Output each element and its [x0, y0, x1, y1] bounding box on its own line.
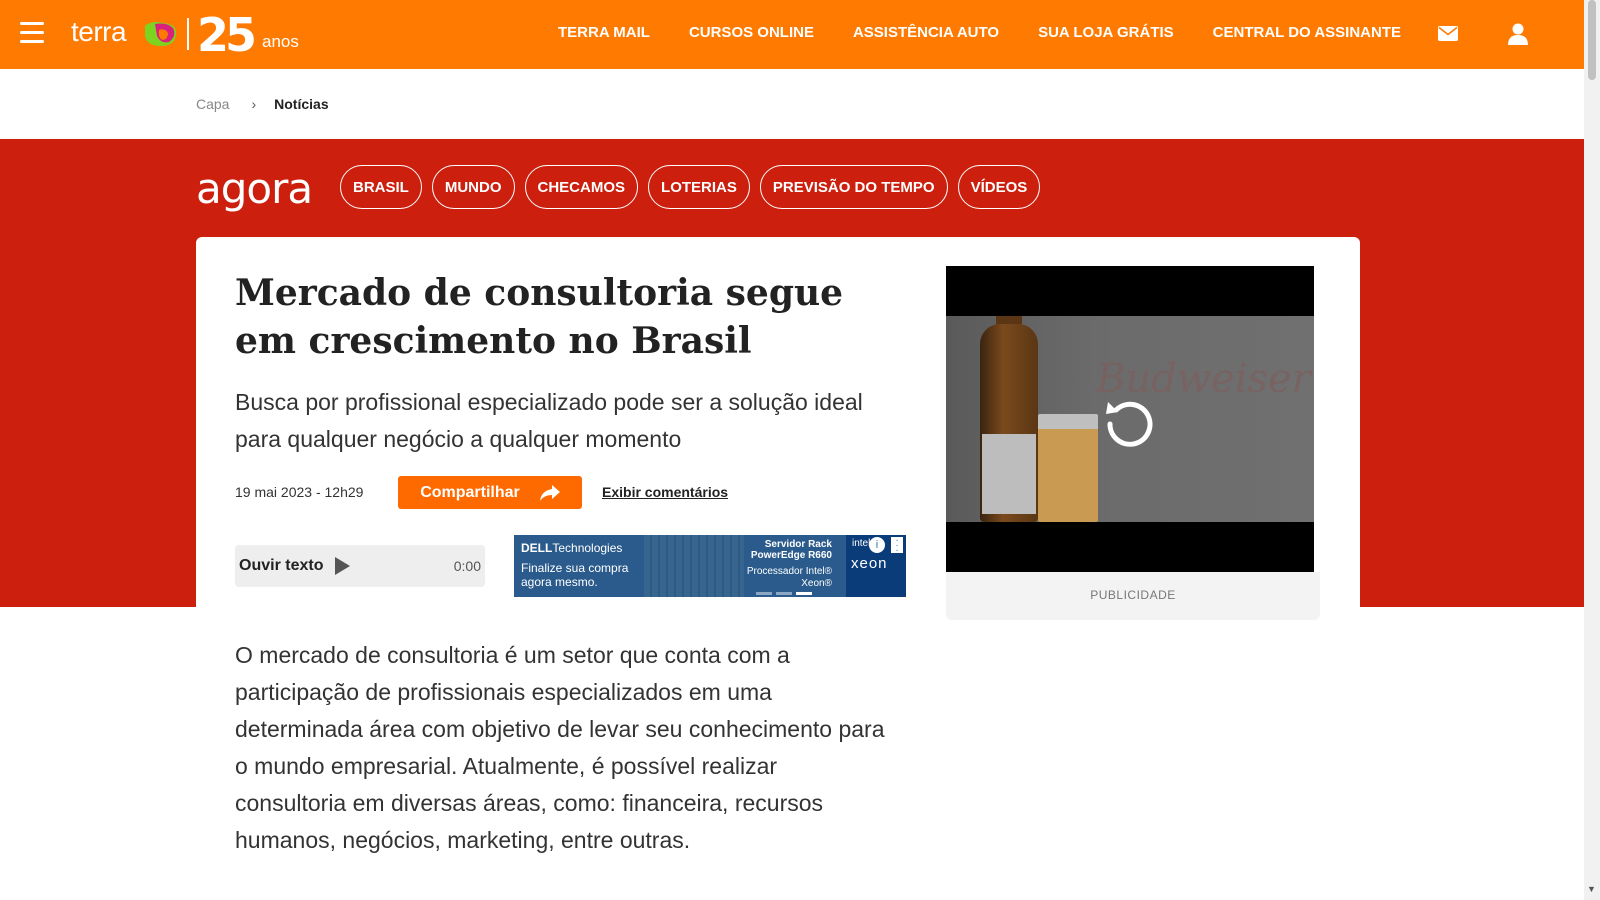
scroll-down-arrow-icon[interactable]: ▼ — [1587, 884, 1597, 894]
pill-previsao-do-tempo[interactable]: PREVISÃO DO TEMPO — [759, 165, 948, 209]
share-label: Compartilhar — [420, 483, 520, 501]
server-image — [644, 535, 744, 597]
terra-logo[interactable]: terra — [71, 16, 127, 48]
mail-icon[interactable] — [1438, 26, 1458, 41]
top-bar: terra 25 anos TERRA MAIL CURSOS ONLINE A… — [0, 0, 1584, 69]
nav-central-do-assinante[interactable]: CENTRAL DO ASSINANTE — [1213, 24, 1401, 41]
menu-icon[interactable] — [20, 22, 44, 44]
breadcrumb-home[interactable]: Capa — [196, 96, 229, 112]
share-button[interactable]: Compartilhar — [398, 476, 582, 509]
bottle-label — [982, 434, 1036, 514]
intel-logo: intel — [852, 538, 871, 549]
show-comments-link[interactable]: Exibir comentários — [602, 484, 728, 500]
scrollbar-track[interactable] — [1584, 0, 1600, 900]
pill-videos[interactable]: VÍDEOS — [957, 165, 1041, 209]
anniversary-label: anos — [262, 32, 299, 51]
anniversary-number: 25 — [197, 8, 257, 62]
article-title: Mercado de consultoria segue em crescime… — [235, 272, 844, 362]
pill-brasil[interactable]: BRASIL — [340, 165, 422, 209]
pill-checamos[interactable]: CHECAMOS — [524, 165, 639, 209]
ad-label: PUBLICIDADE — [1090, 588, 1176, 602]
share-arrow-icon — [539, 484, 560, 501]
article-subtitle: Busca por profissional especializado pod… — [235, 389, 863, 452]
breadcrumb-current[interactable]: Notícias — [274, 96, 328, 112]
audio-time: 0:00 — [453, 558, 481, 574]
article-date: 19 mai 2023 - 12h29 — [235, 484, 364, 500]
article-body: O mercado de consultoria é um setor que … — [235, 642, 885, 853]
terra-logo-icon — [145, 22, 177, 46]
nav-sua-loja-gratis[interactable]: SUA LOJA GRÁTIS — [1038, 24, 1174, 41]
video-ad-player[interactable]: Budweiser — [946, 266, 1314, 572]
section-pills: BRASIL MUNDO CHECAMOS LOTERIAS PREVISÃO … — [340, 165, 1050, 209]
ad-info-icon[interactable]: i — [869, 537, 885, 553]
breadcrumb: Capa › Notícias — [196, 96, 329, 112]
user-icon[interactable] — [1508, 23, 1528, 45]
ad-product: Servidor Rack PowerEdge R660 — [750, 539, 832, 561]
ad-pager — [756, 592, 812, 595]
pill-mundo[interactable]: MUNDO — [431, 165, 515, 209]
logo-separator — [187, 18, 189, 50]
audio-player: Ouvir texto 0:00 — [235, 545, 485, 587]
pill-loterias[interactable]: LOTERIAS — [648, 165, 750, 209]
nav-terra-mail[interactable]: TERRA MAIL — [558, 24, 650, 41]
play-icon[interactable] — [335, 557, 351, 575]
ad-processor: Processador Intel® Xeon® — [746, 566, 832, 589]
ad-options-icon[interactable]: · · · — [891, 536, 903, 556]
video-frame: Budweiser — [946, 316, 1314, 522]
breadcrumb-separator-icon: › — [251, 96, 257, 112]
xeon-logo: xeon — [851, 555, 888, 572]
replay-icon[interactable] — [1098, 390, 1162, 454]
scrollbar-thumb[interactable] — [1588, 0, 1596, 80]
nav-assistencia-auto[interactable]: ASSISTÊNCIA AUTO — [853, 24, 999, 41]
audio-label: Ouvir texto — [239, 557, 324, 574]
ad-cta: Finalize sua compra agora mesmo. — [521, 561, 629, 589]
ad-brand: DELLTechnologies — [521, 541, 623, 555]
beer-glass-image — [1038, 414, 1098, 522]
top-nav: TERRA MAIL CURSOS ONLINE ASSISTÊNCIA AUT… — [558, 24, 1440, 41]
dell-ad-banner[interactable]: DELLTechnologies Finalize sua compra ago… — [514, 535, 906, 597]
agora-logo[interactable]: agora — [196, 164, 313, 213]
nav-cursos-online[interactable]: CURSOS ONLINE — [689, 24, 814, 41]
ad-label-box: PUBLICIDADE — [946, 572, 1320, 620]
